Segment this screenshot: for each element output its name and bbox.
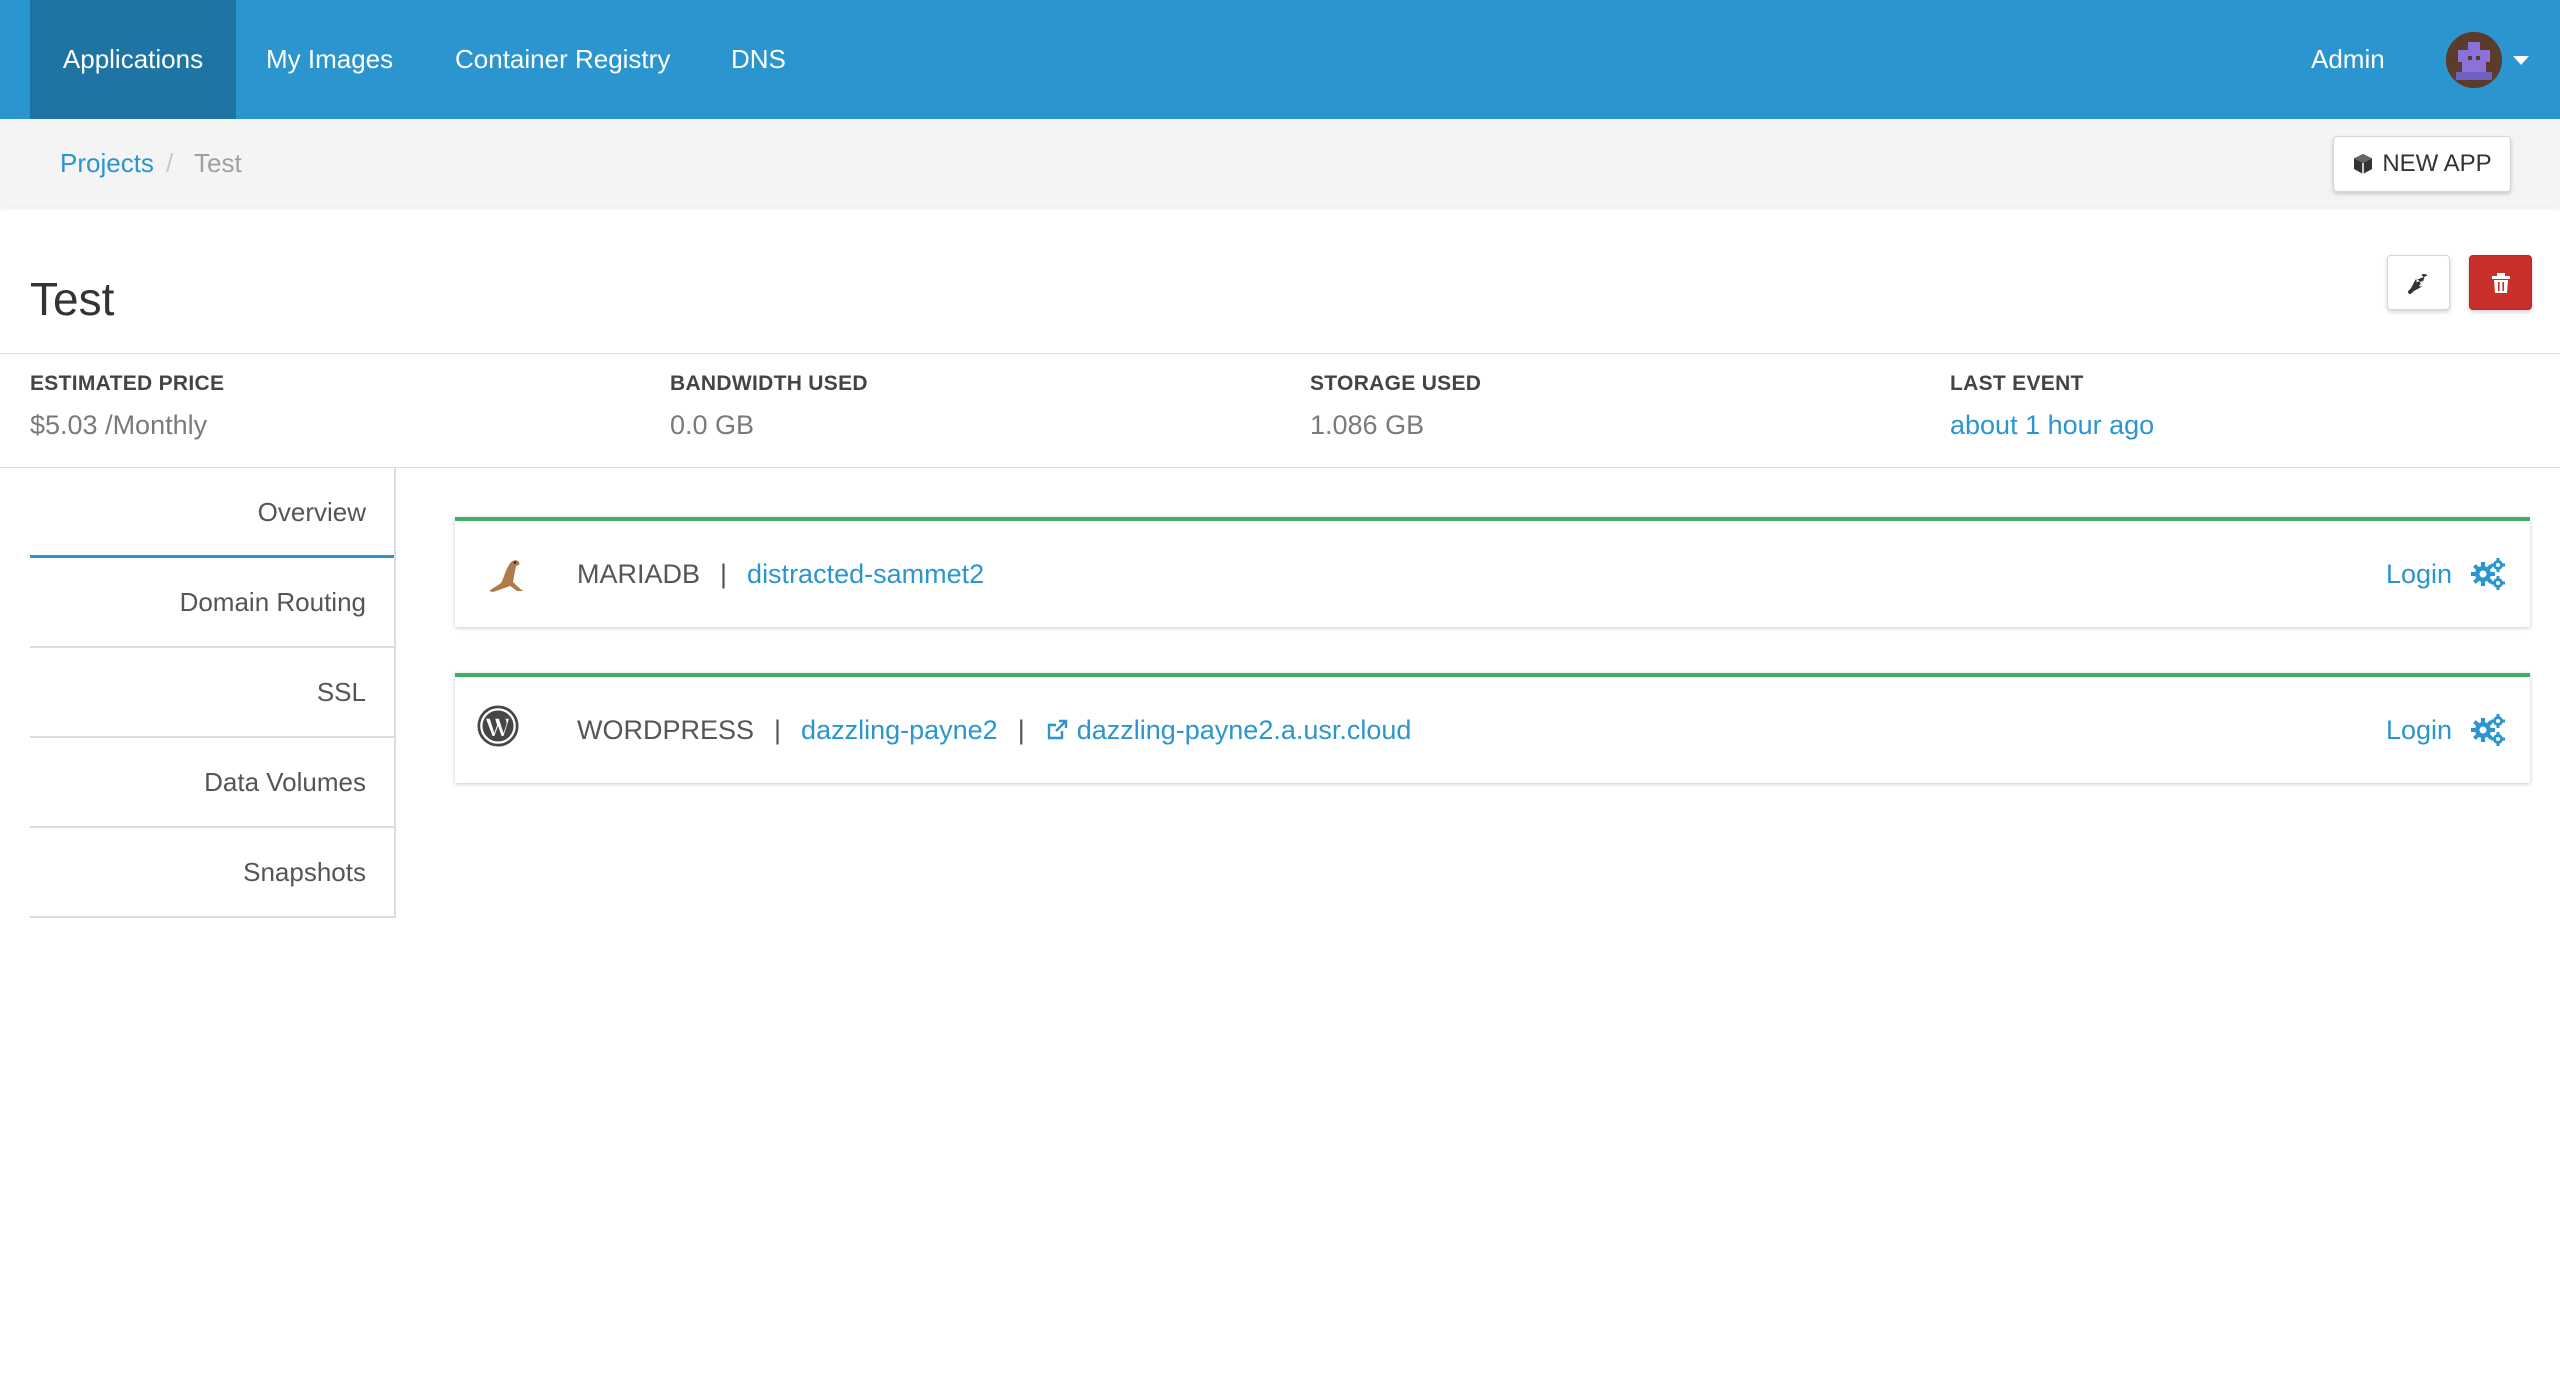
delete-project-button[interactable]	[2469, 255, 2532, 310]
breadcrumb-separator: /	[166, 148, 174, 178]
stat-bandwidth-used: BANDWIDTH USED 0.0 GB	[670, 372, 868, 441]
app-name-link[interactable]: distracted-sammet2	[747, 559, 984, 590]
app-info: WORDPRESS | dazzling-payne2 | dazzling-p…	[577, 677, 1411, 783]
stat-estimated-price: ESTIMATED PRICE $5.03 /Monthly	[30, 372, 224, 441]
avatar-image	[2446, 32, 2502, 88]
breadcrumb-bar: Projects / Test	[0, 119, 2560, 207]
nav-dns[interactable]: DNS	[731, 0, 786, 119]
tab-data-volumes[interactable]: Data Volumes	[30, 738, 394, 828]
gears-icon[interactable]	[2471, 557, 2507, 591]
last-event-link[interactable]: about 1 hour ago	[1950, 410, 2154, 441]
nav-admin[interactable]: Admin	[2311, 0, 2385, 119]
user-avatar[interactable]	[2446, 32, 2502, 88]
app-type: WORDPRESS	[577, 714, 755, 745]
login-link[interactable]: Login	[2386, 677, 2452, 783]
stat-label: ESTIMATED PRICE	[30, 372, 225, 395]
login-link[interactable]: Login	[2386, 521, 2452, 627]
user-menu-caret-icon[interactable]	[2513, 56, 2529, 65]
app-name-link[interactable]: dazzling-payne2	[801, 715, 998, 746]
external-link-icon	[1047, 719, 1067, 740]
nav-my-images[interactable]: My Images	[266, 0, 393, 119]
project-tabs: Overview Domain Routing SSL Data Volumes…	[30, 468, 396, 918]
new-app-label: NEW APP	[2382, 150, 2492, 177]
stat-label: LAST EVENT	[1950, 372, 2084, 395]
breadcrumb-projects[interactable]: Projects	[60, 119, 154, 207]
wrench-icon	[2407, 273, 2427, 294]
trash-icon	[2491, 272, 2510, 293]
separator: |	[1017, 714, 1025, 745]
nav-applications[interactable]: Applications	[30, 0, 236, 119]
stat-value: 0.0 GB	[670, 410, 755, 440]
app-type: MARIADB	[577, 558, 701, 589]
stat-value: $5.03 /Monthly	[30, 410, 208, 440]
stat-label: BANDWIDTH USED	[670, 372, 868, 395]
top-navbar: Applications My Images Container Registr…	[0, 0, 2560, 119]
app-card-wordpress: WORDPRESS | dazzling-payne2 | dazzling-p…	[455, 673, 2530, 783]
cube-icon	[2354, 154, 2373, 174]
stat-value: 1.086 GB	[1310, 410, 1425, 440]
breadcrumb-current: Test	[194, 148, 242, 178]
gears-icon[interactable]	[2471, 713, 2507, 747]
app-card-mariadb: MARIADB | distracted-sammet2 Login	[455, 517, 2530, 627]
tab-ssl[interactable]: SSL	[30, 648, 394, 738]
separator: |	[774, 714, 782, 745]
divider	[0, 353, 2560, 354]
external-url-link[interactable]: dazzling-payne2.a.usr.cloud	[1045, 714, 1412, 746]
tab-snapshots[interactable]: Snapshots	[30, 828, 394, 918]
stat-storage-used: STORAGE USED 1.086 GB	[1310, 372, 1481, 441]
separator: |	[720, 558, 728, 589]
nav-container-registry[interactable]: Container Registry	[455, 0, 670, 119]
external-url-text: dazzling-payne2.a.usr.cloud	[1076, 714, 1412, 745]
tab-overview[interactable]: Overview	[30, 468, 394, 558]
app-info: MARIADB | distracted-sammet2	[577, 521, 984, 627]
new-app-button[interactable]: NEW APP	[2333, 136, 2511, 192]
wordpress-icon	[477, 705, 519, 747]
project-settings-button[interactable]	[2387, 255, 2450, 310]
stat-last-event: LAST EVENT about 1 hour ago	[1950, 372, 2154, 441]
stat-label: STORAGE USED	[1310, 372, 1482, 395]
mariadb-seal-icon	[489, 560, 523, 592]
tab-domain-routing[interactable]: Domain Routing	[30, 558, 394, 648]
page-title: Test	[30, 273, 115, 325]
